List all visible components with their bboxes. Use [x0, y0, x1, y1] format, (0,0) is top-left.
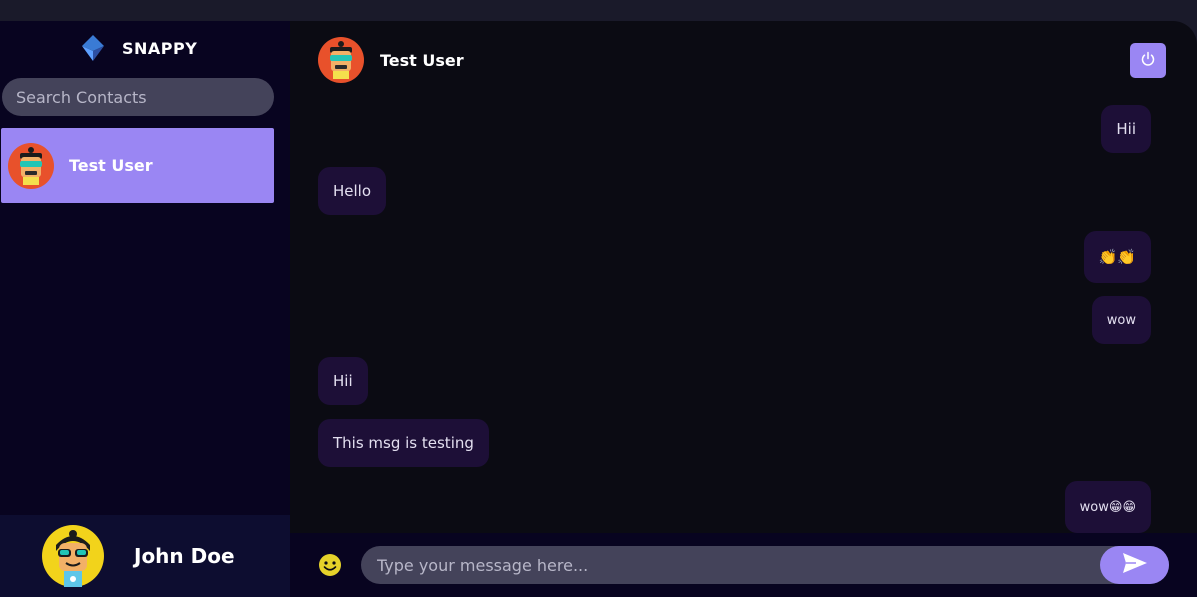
send-icon [1122, 552, 1148, 578]
current-user-panel: John Doe [0, 515, 290, 597]
chat-contact-name: Test User [380, 50, 464, 70]
brand: SNAPPY [78, 33, 197, 63]
snappy-logo-icon [78, 33, 108, 63]
message-sent: Hii [1101, 105, 1151, 153]
app-window: SNAPPY Test User [0, 21, 1197, 597]
power-icon [1140, 51, 1156, 71]
message-received: This msg is testing [318, 419, 489, 467]
message-input[interactable] [361, 546, 1169, 584]
smiley-icon[interactable] [318, 553, 342, 577]
search-input[interactable] [2, 78, 274, 116]
avatar-icon [8, 142, 54, 189]
message-received: Hello [318, 167, 387, 215]
chat-header: Test User [318, 37, 464, 83]
avatar-icon [318, 37, 364, 83]
brand-name: SNAPPY [122, 38, 198, 58]
contacts-sidebar: SNAPPY Test User [0, 21, 290, 597]
chat-panel: Test User Hii Hello 👏👏 wow Hii This msg … [290, 21, 1197, 597]
send-button[interactable] [1100, 546, 1169, 584]
contact-name: Test User [69, 156, 153, 175]
logout-button[interactable] [1130, 43, 1166, 78]
message-sent: wow😁😁 [1064, 481, 1151, 533]
message-sent: wow [1091, 296, 1151, 344]
message-composer [290, 533, 1197, 597]
current-user-name: John Doe [134, 544, 235, 568]
avatar-icon [42, 525, 104, 587]
contact-item-test-user[interactable]: Test User [1, 128, 274, 203]
message-received: Hii [318, 357, 368, 405]
message-sent: 👏👏 [1083, 231, 1151, 283]
